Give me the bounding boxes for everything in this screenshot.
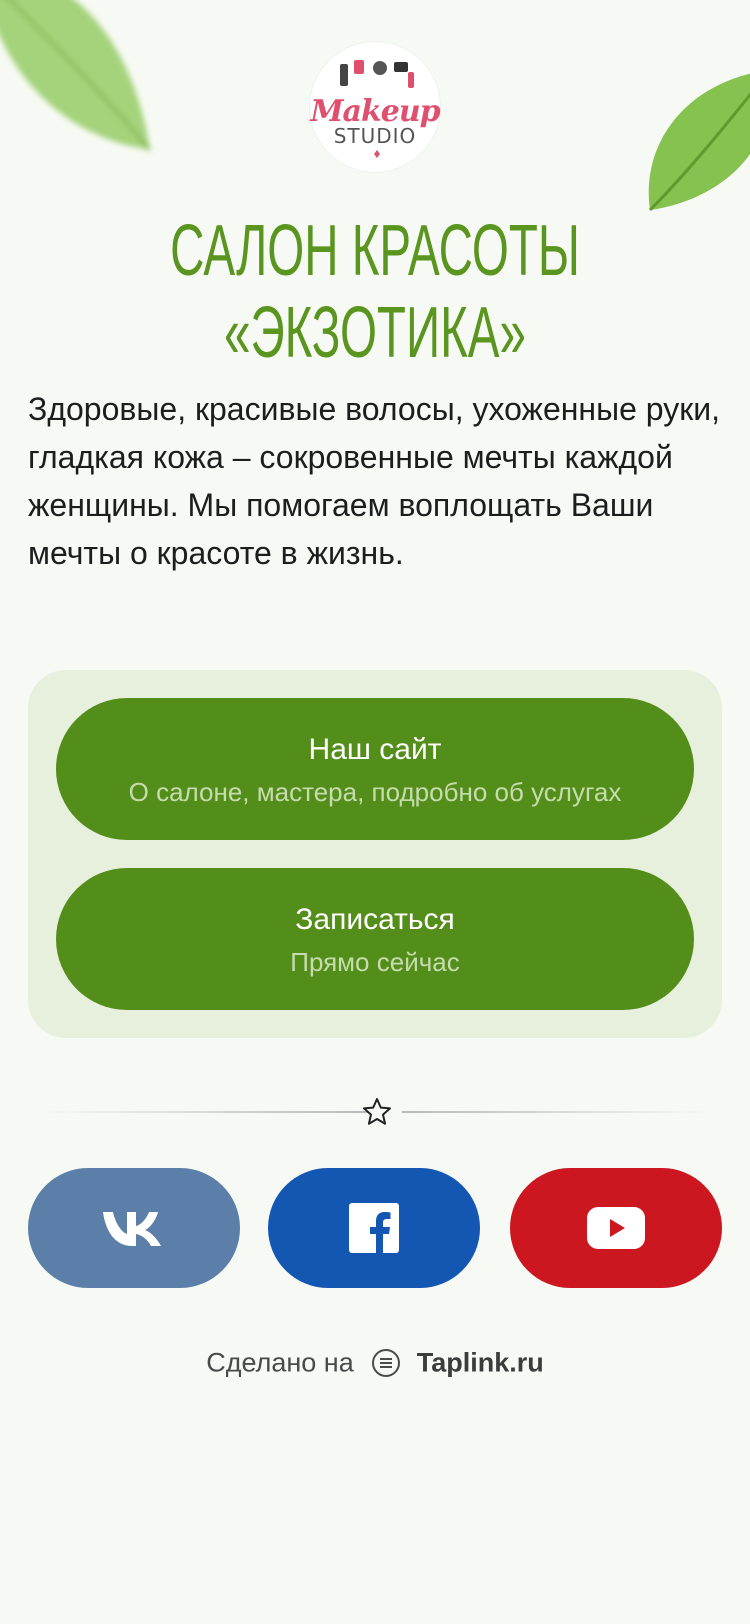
youtube-button[interactable] bbox=[510, 1168, 722, 1288]
footer-brand-link[interactable]: Taplink.ru bbox=[417, 1347, 544, 1377]
button-title: Наш сайт bbox=[308, 733, 442, 766]
page: Makeup STUDIO САЛОН КРАСОТЫ «ЭКЗОТИКА» З… bbox=[0, 0, 750, 1624]
leaf-decoration-icon bbox=[648, 73, 750, 212]
facebook-icon bbox=[349, 1203, 399, 1253]
divider-line bbox=[38, 1111, 368, 1113]
footer-made-with[interactable]: Сделано на Taplink.ru bbox=[0, 1346, 750, 1378]
facebook-button[interactable] bbox=[268, 1168, 480, 1288]
book-appointment-button[interactable]: Записаться Прямо сейчас bbox=[56, 868, 694, 1010]
title-line-2: «ЭКЗОТИКА» bbox=[224, 293, 526, 373]
button-subtitle: Прямо сейчас bbox=[290, 947, 460, 977]
vk-icon bbox=[103, 1212, 161, 1246]
title-line-1: САЛОН КРАСОТЫ bbox=[170, 211, 580, 291]
button-subtitle: О салоне, мастера, подробно об услугах bbox=[128, 777, 622, 807]
taplink-icon bbox=[372, 1348, 401, 1377]
our-site-button[interactable]: Наш сайт О салоне, мастера, подробно об … bbox=[56, 698, 694, 840]
divider-line bbox=[402, 1111, 712, 1113]
description-text: Здоровые, красивые волосы, ухоженные рук… bbox=[28, 391, 720, 571]
vk-button[interactable] bbox=[28, 1168, 240, 1288]
logo-studio-text: STUDIO bbox=[333, 124, 417, 148]
star-icon bbox=[363, 1098, 391, 1125]
divider bbox=[28, 1096, 722, 1126]
page-title: САЛОН КРАСОТЫ «ЭКЗОТИКА» bbox=[127, 210, 622, 374]
footer-made-text: Сделано на bbox=[206, 1347, 354, 1378]
links-panel: Наш сайт О салоне, мастера, подробно об … bbox=[28, 670, 722, 1038]
logo: Makeup STUDIO bbox=[310, 42, 441, 172]
youtube-icon bbox=[587, 1207, 645, 1249]
leaf-decoration-icon bbox=[0, 0, 152, 151]
button-title: Записаться bbox=[295, 903, 455, 936]
